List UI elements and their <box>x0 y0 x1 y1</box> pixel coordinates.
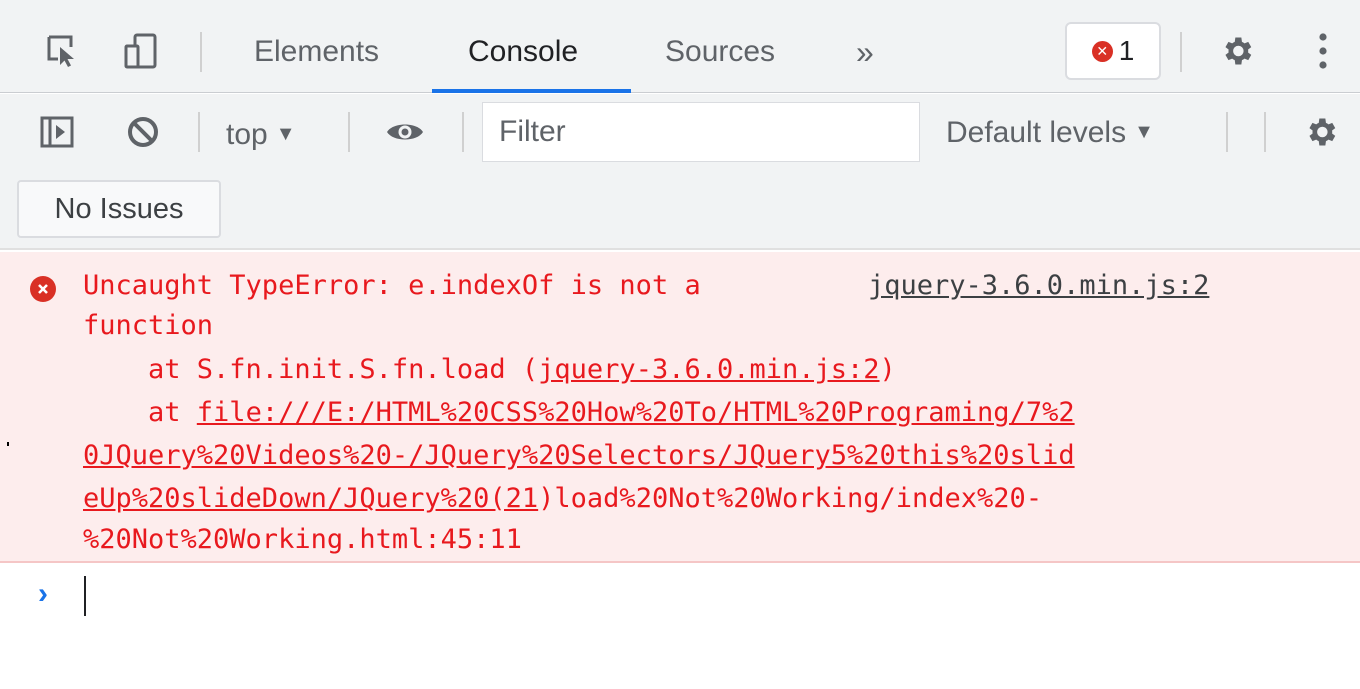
stack-frame-2-line-3-rest: )load%20Not%20Working/index%20- <box>538 483 1043 514</box>
console-settings-gear-icon[interactable] <box>1296 107 1346 157</box>
stack-frame-2-line-4: %20Not%20Working.html:45:11 <box>83 524 522 555</box>
toolbar-divider-2 <box>348 112 350 152</box>
error-message-line-1: Uncaught TypeError: e.indexOf is not a <box>83 270 701 301</box>
toolbar-divider-4 <box>1226 112 1228 152</box>
tabbar-divider <box>200 32 202 72</box>
tab-sources[interactable]: Sources <box>665 30 775 74</box>
issues-button[interactable]: No Issues <box>17 180 221 238</box>
stack-frame-2-link-part-1[interactable]: file:///E:/HTML%20CSS%20How%20To/HTML%20… <box>197 397 1075 428</box>
stack-frame-1-prefix: at S.fn.init.S.fn.load ( <box>83 354 539 385</box>
clear-console-icon[interactable] <box>118 107 168 157</box>
filter-input[interactable] <box>482 102 920 162</box>
dropdown-caret-icon: ▼ <box>1134 121 1154 143</box>
console-prompt-chevron-icon: › <box>38 577 48 610</box>
stack-frame-2-link-part-3[interactable]: eUp%20slideDown/JQuery%20(21 <box>83 483 538 514</box>
stray-mark <box>7 442 9 446</box>
tab-elements[interactable]: Elements <box>254 30 379 74</box>
log-levels-label: Default levels <box>946 116 1127 149</box>
log-levels-dropdown[interactable]: Default levels ▼ <box>946 110 1154 155</box>
sidebar-toggle-icon[interactable] <box>32 107 82 157</box>
error-source-link[interactable]: jquery-3.6.0.min.js:2 <box>868 266 1209 306</box>
error-message-line-2: function <box>83 310 214 341</box>
kebab-menu-icon[interactable] <box>1298 26 1348 76</box>
tabbar-divider-2 <box>1180 32 1182 72</box>
tab-console[interactable]: Console <box>468 30 578 74</box>
settings-gear-icon[interactable] <box>1212 26 1262 76</box>
stack-frame-2-line-2: 0JQuery%20Videos%20-/JQuery%20Selectors/… <box>83 436 1075 476</box>
inspect-element-icon[interactable] <box>38 26 88 76</box>
error-badge-icon: ✕ <box>1091 40 1113 62</box>
toolbar-divider-5 <box>1264 112 1266 152</box>
toolbar-divider-3 <box>462 112 464 152</box>
stack-frame-2-prefix: at <box>83 397 197 428</box>
stack-frame-1-suffix: ) <box>879 354 896 385</box>
more-tabs-button[interactable]: » <box>856 30 874 74</box>
error-count: 1 <box>1118 35 1135 66</box>
device-toolbar-icon[interactable] <box>116 26 166 76</box>
dropdown-caret-icon: ▼ <box>275 123 296 145</box>
console-input-cursor[interactable] <box>84 576 86 616</box>
context-selector[interactable]: top ▼ <box>226 112 296 157</box>
error-x-icon <box>30 276 56 302</box>
stack-frame-2-line-1: at file:///E:/HTML%20CSS%20How%20To/HTML… <box>83 393 1075 433</box>
stack-frame-2-line-3: eUp%20slideDown/JQuery%20(21)load%20Not%… <box>83 479 1042 519</box>
error-count-button[interactable]: ✕ 1 <box>1065 22 1161 80</box>
toolbar-divider-1 <box>198 112 200 152</box>
stack-frame-2-link-part-2[interactable]: 0JQuery%20Videos%20-/JQuery%20Selectors/… <box>83 440 1075 471</box>
active-tab-indicator <box>432 89 631 93</box>
stack-frame-1-link[interactable]: jquery-3.6.0.min.js:2 <box>538 354 879 385</box>
context-label: top <box>226 118 268 151</box>
live-expression-eye-icon[interactable] <box>380 107 430 157</box>
stack-frame-1: at S.fn.init.S.fn.load (jquery-3.6.0.min… <box>83 350 896 390</box>
